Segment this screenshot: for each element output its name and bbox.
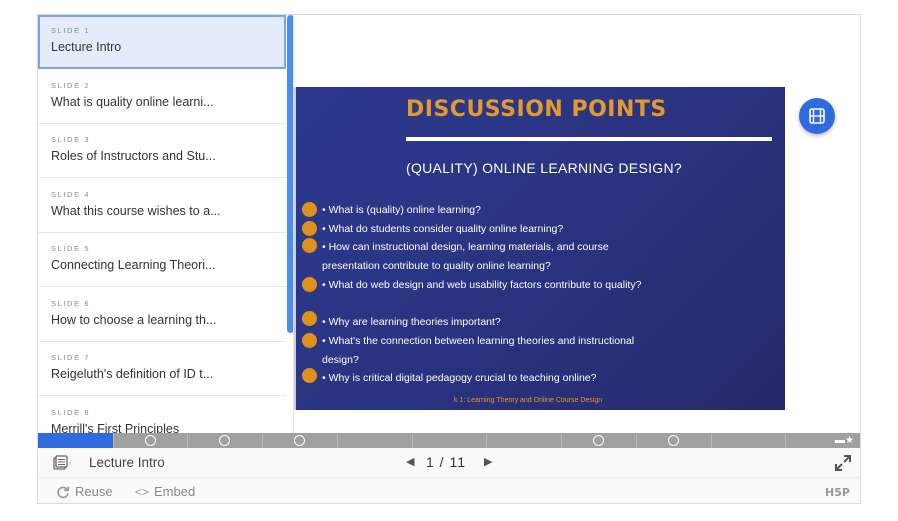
progress-segment-divider <box>486 433 488 448</box>
menu-item-label: SLIDE 7 <box>51 353 91 362</box>
menu-item-slide-5[interactable]: SLIDE 5 Connecting Learning Theori... <box>38 233 286 287</box>
film-icon <box>809 108 825 124</box>
progress-task-marker[interactable] <box>144 435 156 446</box>
progress-segment-divider <box>187 433 189 448</box>
menu-item-label: SLIDE 1 <box>51 26 91 35</box>
h5p-course-presentation: DISCUSSION POINTS (QUALITY) ONLINE LEARN… <box>37 14 861 504</box>
menu-item-title: Roles of Instructors and Stu... <box>51 149 216 163</box>
actions-bar: Reuse <> Embed H5P <box>38 478 860 503</box>
slide-bullet-item: • Why are learning theories important? <box>322 316 501 328</box>
menu-item-title: Merrill's First Principles <box>51 421 180 434</box>
fullscreen-icon[interactable] <box>834 454 852 472</box>
menu-item-label: SLIDE 5 <box>51 244 91 253</box>
menu-item-title: How to choose a learning th... <box>51 312 217 327</box>
menu-item-title: What this course wishes to a... <box>51 203 221 218</box>
progress-segment-divider <box>112 433 114 448</box>
progress-segment-divider <box>635 433 637 448</box>
bullet-dot <box>302 333 317 348</box>
progress-segment-divider <box>411 433 413 448</box>
progress-task-marker[interactable] <box>219 435 231 446</box>
progress-fill <box>38 433 113 448</box>
menu-item-slide-8[interactable]: SLIDE 8 Merrill's First Principles <box>38 396 286 434</box>
menu-item-slide-7[interactable]: SLIDE 7 Reigeluth's definition of ID t... <box>38 342 286 396</box>
menu-item-label: SLIDE 8 <box>51 407 91 417</box>
menu-item-slide-4[interactable]: SLIDE 4 What this course wishes to a... <box>38 178 286 233</box>
reuse-button[interactable]: Reuse <box>56 484 113 499</box>
slide-bullet-item: • What do web design and web usability f… <box>322 279 642 291</box>
menu-item-label: SLIDE 2 <box>51 80 91 90</box>
bullet-dot <box>302 238 317 253</box>
svg-text:‹: ‹ <box>69 461 71 467</box>
menu-scrollbar[interactable] <box>287 15 293 333</box>
code-icon: <> <box>135 484 150 499</box>
menu-item-title: Connecting Learning Theori... <box>51 258 216 272</box>
bullet-dot <box>302 202 317 217</box>
menu-item-title: Lecture Intro <box>51 40 122 54</box>
menu-toggle-icon[interactable]: ‹ <box>53 455 73 471</box>
navigation-bar: ‹ Lecture Intro ◀ 1 / 11 ▶ <box>38 448 860 478</box>
slide-footer: k 1: Learning Theory and Online Course D… <box>454 397 603 404</box>
slide-stage: DISCUSSION POINTS (QUALITY) ONLINE LEARN… <box>38 15 860 433</box>
bullet-dot <box>302 311 317 326</box>
progress-task-marker[interactable] <box>592 435 604 446</box>
reuse-label: Reuse <box>75 484 113 499</box>
chevron-left-icon[interactable]: ◀ <box>406 455 414 468</box>
h5p-logo[interactable]: H5P <box>825 486 850 499</box>
menu-item-slide-2[interactable]: SLIDE 2 What is quality online learni... <box>38 69 286 124</box>
progress-segment-divider <box>561 433 563 448</box>
slide-bullet-item: • Why is critical digital pedagogy cruci… <box>322 372 597 384</box>
embed-button[interactable]: <> Embed <box>135 484 195 499</box>
menu-item-label: SLIDE 4 <box>51 189 91 199</box>
menu-item-title: What is quality online learni... <box>51 94 214 109</box>
menu-item-slide-6[interactable]: SLIDE 6 How to choose a learning th... <box>38 287 286 342</box>
slide-bullet-item: • What is (quality) online learning? <box>322 204 481 216</box>
star-icon[interactable]: ▬★ <box>835 435 854 446</box>
embed-label: Embed <box>154 484 196 499</box>
progress-task-marker[interactable] <box>294 435 306 446</box>
progress-segment-divider <box>710 433 712 448</box>
reuse-icon <box>57 485 70 498</box>
progress-segment-divider <box>785 433 787 448</box>
current-slide-title: Lecture Intro <box>89 455 165 470</box>
progress-bar[interactable]: ▬★ <box>38 433 860 448</box>
menu-item-label: SLIDE 6 <box>51 298 91 308</box>
bullet-dot <box>302 368 317 383</box>
chevron-right-icon[interactable]: ▶ <box>484 455 492 468</box>
progress-segment-divider <box>336 433 338 448</box>
bullet-dot <box>302 277 317 292</box>
slide-bullet-item: • What's the connection between learning… <box>322 335 635 366</box>
menu-item-title: Reigeluth's definition of ID t... <box>51 367 214 381</box>
menu-item-slide-1[interactable]: SLIDE 1 Lecture Intro <box>38 15 286 69</box>
menu-item-slide-3[interactable]: SLIDE 3 Roles of Instructors and Stu... <box>38 124 286 178</box>
slide-menu: SLIDE 8 Merrill's First Principles SLIDE 7… <box>38 15 294 433</box>
progress-task-marker[interactable] <box>667 435 679 446</box>
bullet-dot <box>302 221 317 236</box>
slide-bullet-item: • What do students consider quality onli… <box>322 223 564 235</box>
menu-item-label: SLIDE 3 <box>51 135 91 144</box>
video-button[interactable] <box>799 98 835 134</box>
progress-segment-divider <box>262 433 264 448</box>
slide-counter: 1 / 11 <box>426 454 466 470</box>
slide-bullet-item: • How can instructional design, learning… <box>322 241 609 272</box>
